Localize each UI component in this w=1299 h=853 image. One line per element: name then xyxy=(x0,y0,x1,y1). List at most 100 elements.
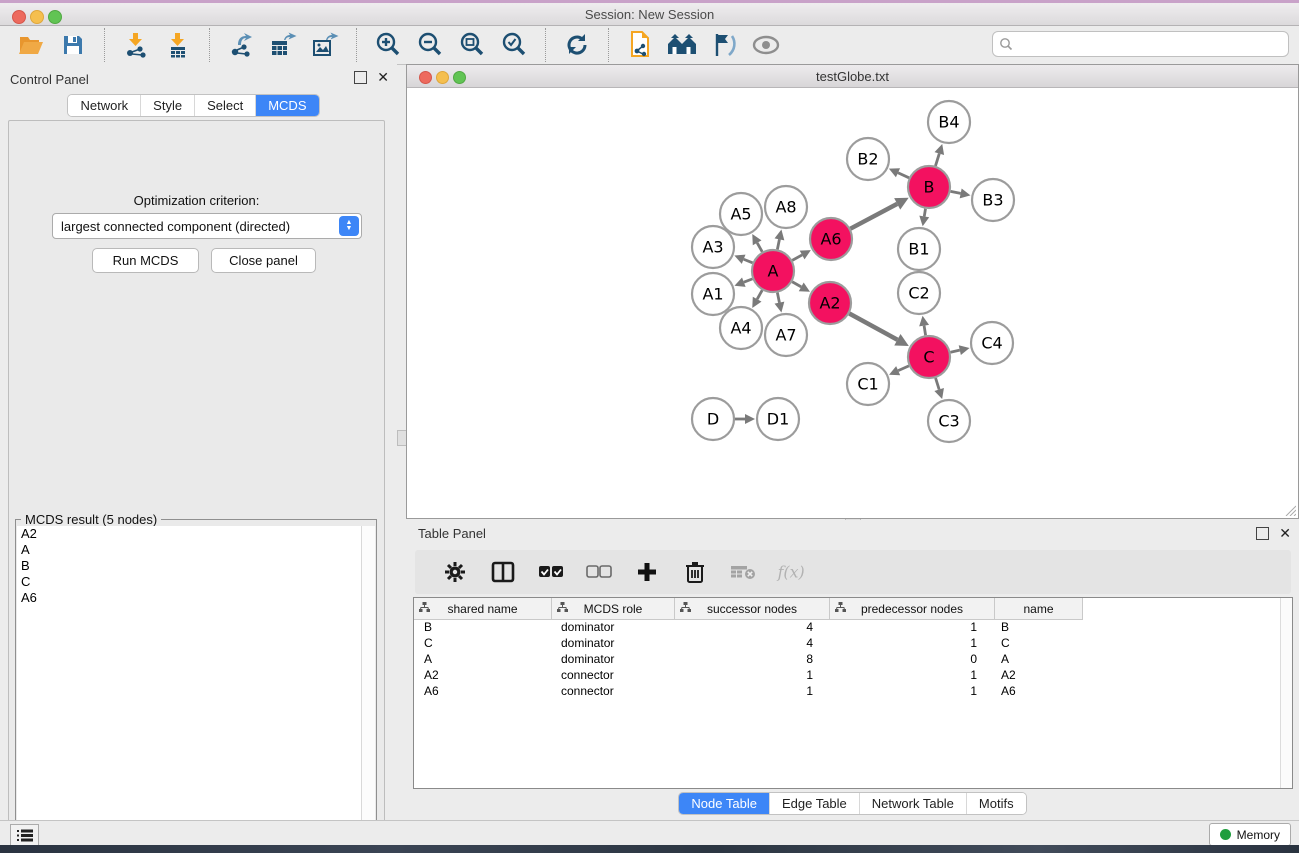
close-table-panel-icon[interactable]: ✕ xyxy=(1279,528,1291,539)
graph-edge[interactable] xyxy=(935,154,939,166)
tab-edge-table[interactable]: Edge Table xyxy=(769,793,859,814)
graph-edge[interactable] xyxy=(950,350,959,352)
result-item[interactable]: B xyxy=(17,558,362,574)
graph-edge[interactable] xyxy=(924,209,925,217)
toolbar-group xyxy=(608,28,797,62)
tab-network[interactable]: Network xyxy=(68,95,140,116)
close-panel-button[interactable]: Close panel xyxy=(211,248,316,273)
search-input[interactable] xyxy=(992,31,1289,57)
table-cell: A6 xyxy=(414,684,551,698)
deselect-all-icon[interactable] xyxy=(584,557,614,587)
hide-selected-icon[interactable] xyxy=(709,30,739,60)
column-header-predecessor-nodes[interactable]: predecessor nodes xyxy=(830,598,995,619)
graph-edge[interactable] xyxy=(792,282,801,287)
toolbar-group xyxy=(104,28,209,62)
mcds-result-list[interactable]: A2ABCA6 xyxy=(17,526,362,853)
graph-edge[interactable] xyxy=(850,204,897,229)
graph-edge[interactable] xyxy=(757,290,762,299)
first-neighbors-icon[interactable] xyxy=(667,30,697,60)
result-item[interactable]: A2 xyxy=(17,526,362,542)
graph-edge[interactable] xyxy=(792,255,802,260)
result-item[interactable]: C xyxy=(17,574,362,590)
graph-edge[interactable] xyxy=(757,243,762,252)
graph-edge[interactable] xyxy=(936,378,940,390)
new-network-from-selection-icon[interactable] xyxy=(625,30,655,60)
table-scrollbar[interactable] xyxy=(1280,598,1292,788)
zoom-fit-icon[interactable] xyxy=(457,30,487,60)
column-header-label: successor nodes xyxy=(707,602,797,616)
table-cell: A xyxy=(414,652,551,666)
column-header-shared-name[interactable]: shared name xyxy=(414,598,552,619)
graph-edge[interactable] xyxy=(744,279,753,282)
import-network-icon[interactable] xyxy=(121,30,151,60)
add-column-icon[interactable] xyxy=(632,557,662,587)
table-row[interactable]: A6connector11A6 xyxy=(414,683,1292,699)
graph-edge[interactable] xyxy=(744,259,753,263)
save-icon[interactable] xyxy=(58,30,88,60)
column-header-label: predecessor nodes xyxy=(861,602,963,616)
table-row[interactable]: A2connector11A2 xyxy=(414,667,1292,683)
float-table-panel-icon[interactable] xyxy=(1256,527,1269,540)
table-cell: 1 xyxy=(827,668,991,682)
graph-edge[interactable] xyxy=(898,366,909,371)
result-item[interactable]: A6 xyxy=(17,590,362,606)
column-header-label: shared name xyxy=(447,602,517,616)
tab-style[interactable]: Style xyxy=(140,95,194,116)
result-item[interactable]: A xyxy=(17,542,362,558)
zoom-selected-icon[interactable] xyxy=(499,30,529,60)
table-row[interactable]: Cdominator41C xyxy=(414,635,1292,651)
network-canvas[interactable]: B4B2BB3A8A5A6A3B1AA1C2A2A4A7C4CC1C3DD1 xyxy=(407,88,1298,518)
table-cell: C xyxy=(991,636,1078,650)
memory-button[interactable]: Memory xyxy=(1209,823,1291,846)
zoom-in-icon[interactable] xyxy=(373,30,403,60)
search-field[interactable] xyxy=(1017,34,1288,54)
table-cell: 4 xyxy=(673,620,827,634)
export-table-icon[interactable] xyxy=(268,30,298,60)
graph-edge[interactable] xyxy=(898,173,909,178)
open-icon[interactable] xyxy=(16,30,46,60)
tab-node-table[interactable]: Node Table xyxy=(679,793,769,814)
optimization-criterion-select[interactable]: largest connected component (directed) ▲… xyxy=(52,213,362,239)
table-cell: A xyxy=(991,652,1078,666)
network-graph[interactable]: B4B2BB3A8A5A6A3B1AA1C2A2A4A7C4CC1C3DD1 xyxy=(407,88,1296,516)
desktop-wallpaper-strip xyxy=(0,845,1299,853)
node-label: C xyxy=(923,348,934,367)
tab-network-table[interactable]: Network Table xyxy=(859,793,966,814)
show-all-icon[interactable] xyxy=(751,30,781,60)
task-history-button[interactable] xyxy=(10,824,39,846)
column-layout-icon[interactable] xyxy=(488,557,518,587)
float-panel-icon[interactable] xyxy=(354,71,367,84)
tab-mcds[interactable]: MCDS xyxy=(255,95,318,116)
settings-gear-icon[interactable] xyxy=(440,557,470,587)
network-window-titlebar[interactable]: testGlobe.txt xyxy=(407,65,1298,88)
tab-motifs[interactable]: Motifs xyxy=(966,793,1026,814)
delete-column-icon[interactable] xyxy=(680,557,710,587)
tab-select[interactable]: Select xyxy=(194,95,255,116)
select-all-icon[interactable] xyxy=(536,557,566,587)
run-mcds-button[interactable]: Run MCDS xyxy=(92,248,199,273)
graph-edge[interactable] xyxy=(777,293,779,303)
zoom-out-icon[interactable] xyxy=(415,30,445,60)
apply-layout-icon[interactable] xyxy=(562,30,592,60)
table-row[interactable]: Bdominator41B xyxy=(414,619,1292,635)
window-resize-grip[interactable] xyxy=(1282,502,1296,516)
result-scrollbar[interactable] xyxy=(361,526,375,853)
table-cell: A6 xyxy=(991,684,1078,698)
graph-edge[interactable] xyxy=(924,326,926,336)
node-label: B1 xyxy=(908,240,929,259)
column-header-name[interactable]: name xyxy=(995,598,1083,619)
column-header-MCDS-role[interactable]: MCDS role xyxy=(552,598,675,619)
column-header-successor-nodes[interactable]: successor nodes xyxy=(675,598,830,619)
node-label: C1 xyxy=(857,375,878,394)
table-row[interactable]: Adominator80A xyxy=(414,651,1292,667)
graph-edge[interactable] xyxy=(777,239,779,249)
graph-edge[interactable] xyxy=(849,314,897,340)
export-image-icon[interactable] xyxy=(310,30,340,60)
import-table-icon[interactable] xyxy=(163,30,193,60)
graph-edge[interactable] xyxy=(951,191,961,193)
table-tabs: Node TableEdge TableNetwork TableMotifs xyxy=(678,792,1026,815)
close-panel-icon[interactable]: ✕ xyxy=(377,72,389,83)
export-network-icon[interactable] xyxy=(226,30,256,60)
svg-text:f(x): f(x) xyxy=(777,563,805,582)
network-title: testGlobe.txt xyxy=(407,69,1298,84)
